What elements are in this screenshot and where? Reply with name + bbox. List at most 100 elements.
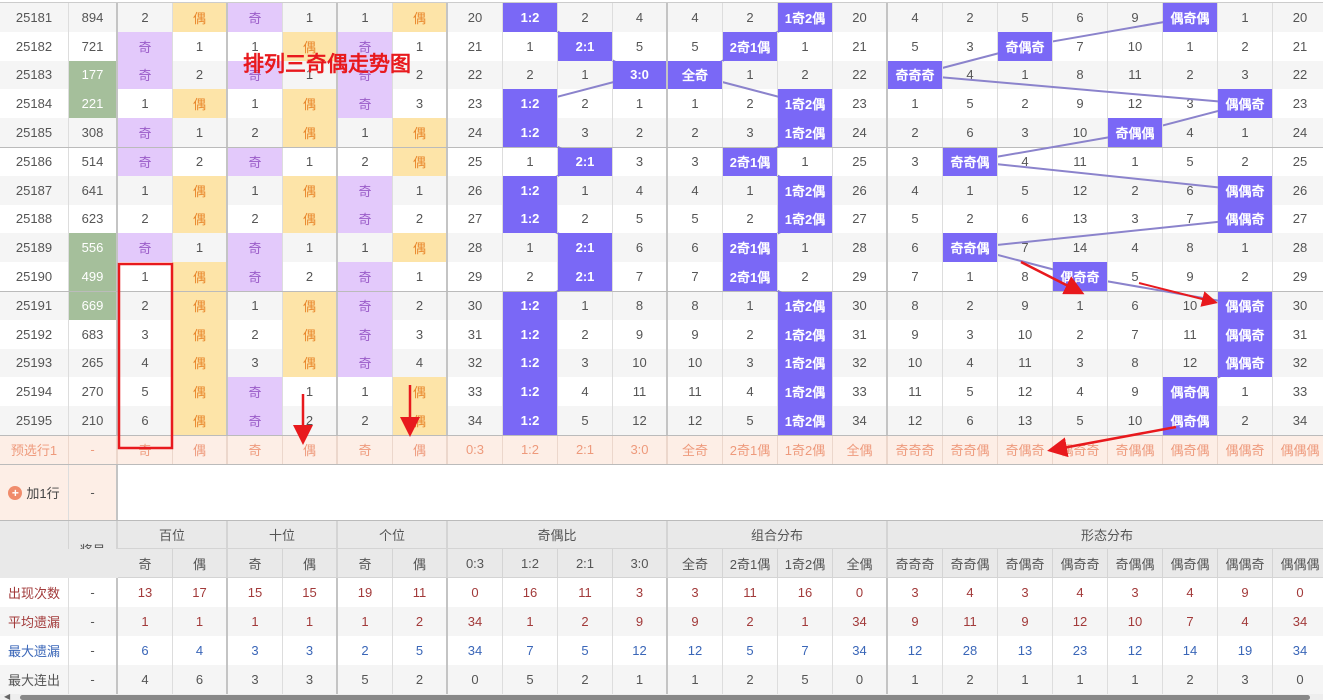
add-row-button[interactable]: + 加1行	[0, 464, 69, 521]
stats-value: 0	[1273, 578, 1323, 607]
miss-count: 12	[613, 406, 668, 435]
draw-number: 210	[69, 406, 118, 435]
miss-count: 1	[338, 233, 393, 263]
stats-value: 4	[1053, 578, 1108, 607]
miss-count: 8	[668, 292, 723, 320]
scroll-left-icon[interactable]: ◀	[4, 693, 10, 700]
hit-marker: 全奇	[668, 60, 723, 90]
preselect-option[interactable]: 偶偶偶	[1273, 436, 1323, 464]
preselect-option[interactable]: 奇奇偶	[943, 436, 998, 464]
preselect-option[interactable]: 奇	[228, 436, 283, 464]
miss-count: 6	[668, 233, 723, 263]
hit-marker: 偶偶奇	[1218, 319, 1273, 349]
preselect-option[interactable]: 偶	[393, 436, 448, 464]
preselect-option[interactable]: 奇奇奇	[888, 436, 943, 464]
stats-value: 9	[888, 607, 943, 636]
issue-number: 25181	[0, 3, 69, 32]
miss-count: 1	[393, 262, 448, 291]
preselect-row: 预选行1- 奇偶奇偶奇偶 0:3 1:2 2:1 3:0 全奇 2奇1偶 1奇2偶 全偶 奇奇奇 奇奇…	[0, 435, 1323, 464]
table-row: 25189 556 奇 1 奇 1 1 偶 28 1 2:1 6 6 2奇1偶 1 28 6 奇奇偶 7 14 4 8 1 2…	[0, 233, 1323, 263]
hit-marker: 奇偶偶	[1108, 118, 1163, 147]
miss-count: 33	[833, 377, 888, 407]
miss-count: 6	[888, 233, 943, 263]
hit-marker: 1:2	[503, 204, 558, 234]
miss-count: 30	[1273, 292, 1323, 320]
stats-value: 5	[503, 665, 558, 694]
miss-count: 2	[118, 204, 173, 234]
stats-value: 7	[1163, 607, 1218, 636]
miss-count: 10	[668, 348, 723, 378]
miss-count: 2	[228, 204, 283, 234]
miss-count: 4	[668, 175, 723, 205]
plus-icon[interactable]: +	[8, 485, 23, 500]
preselect-option[interactable]: 全奇	[668, 436, 723, 464]
preselect-option[interactable]: 奇	[118, 436, 173, 464]
miss-count: 21	[448, 31, 503, 61]
stats-value: 2	[393, 607, 448, 636]
stats-value: 1	[1108, 665, 1163, 694]
miss-count: 27	[448, 204, 503, 234]
preselect-option[interactable]: 0:3	[448, 436, 503, 464]
preselect-option[interactable]: 2奇1偶	[723, 436, 778, 464]
miss-count: 1	[338, 118, 393, 147]
miss-count: 5	[668, 204, 723, 234]
stats-value: 2	[558, 607, 613, 636]
add-row-label[interactable]: 加1行	[26, 483, 59, 502]
miss-count: 2	[723, 319, 778, 349]
hit-marker: 偶偶奇	[1218, 204, 1273, 234]
scrollbar-thumb[interactable]	[20, 695, 1310, 700]
miss-count: 2	[283, 406, 338, 435]
miss-count: 3	[558, 118, 613, 147]
miss-count: 5	[558, 406, 613, 435]
miss-count: 5	[1163, 148, 1218, 176]
preselect-option[interactable]: 2:1	[558, 436, 613, 464]
even-marker: 偶	[173, 406, 228, 435]
preselect-option[interactable]: 1奇2偶	[778, 436, 833, 464]
miss-count: 2	[1218, 262, 1273, 291]
miss-count: 5	[613, 31, 668, 61]
hit-marker: 1奇2偶	[778, 3, 833, 32]
hit-marker: 偶偶奇	[1218, 175, 1273, 205]
preselect-option[interactable]: 偶	[283, 436, 338, 464]
hit-marker: 1:2	[503, 3, 558, 32]
issue-number: 25188	[0, 204, 69, 234]
even-marker: 偶	[173, 319, 228, 349]
miss-count: 1	[118, 89, 173, 119]
preselect-option[interactable]: 1:2	[503, 436, 558, 464]
stats-value: 9	[1218, 578, 1273, 607]
stats-value: 15	[228, 578, 283, 607]
preselect-option[interactable]: 奇偶奇	[998, 436, 1053, 464]
miss-count: 33	[1273, 377, 1323, 406]
odd-marker: 奇	[338, 292, 393, 320]
preselect-option[interactable]: 偶	[173, 436, 228, 464]
miss-count: 22	[1273, 61, 1323, 90]
preselect-option[interactable]: 全偶	[833, 436, 888, 464]
miss-count: 7	[1163, 204, 1218, 234]
miss-count: 20	[833, 3, 888, 32]
stats-label: 最大遗漏	[0, 636, 69, 665]
miss-count: 23	[1273, 89, 1323, 118]
horizontal-scrollbar[interactable]: ◀	[0, 693, 1323, 700]
preselect-option[interactable]: 奇	[338, 436, 393, 464]
miss-count: 11	[1053, 148, 1108, 176]
stats-value: 12	[668, 636, 723, 665]
odd-marker: 奇	[118, 148, 173, 176]
issue-number: 25195	[0, 406, 69, 435]
stats-value: 28	[943, 636, 998, 665]
even-marker: 偶	[173, 89, 228, 119]
issue-number: 25185	[0, 118, 69, 147]
preselect-option[interactable]: 偶偶奇	[1218, 436, 1273, 464]
miss-count: 1	[1163, 31, 1218, 61]
stats-value: 5	[778, 665, 833, 694]
miss-count: 4	[998, 148, 1053, 176]
miss-count: 2	[1053, 319, 1108, 349]
even-marker: 偶	[283, 319, 338, 349]
draw-number: 556	[69, 233, 118, 263]
preselect-option[interactable]: 奇偶偶	[1108, 436, 1163, 464]
preselect-option[interactable]: 偶奇奇	[1053, 436, 1108, 464]
miss-count: 6	[943, 406, 998, 435]
preselect-option[interactable]: 偶奇偶	[1163, 436, 1218, 464]
preselect-option[interactable]: 3:0	[613, 436, 668, 464]
table-row: 25187 641 1 偶 1 偶奇 1 26 1:2 1 4 4 1 1奇2偶 26 4 1 5 12 2 6 偶偶奇 2…	[0, 175, 1323, 205]
miss-count: 5	[888, 31, 943, 61]
